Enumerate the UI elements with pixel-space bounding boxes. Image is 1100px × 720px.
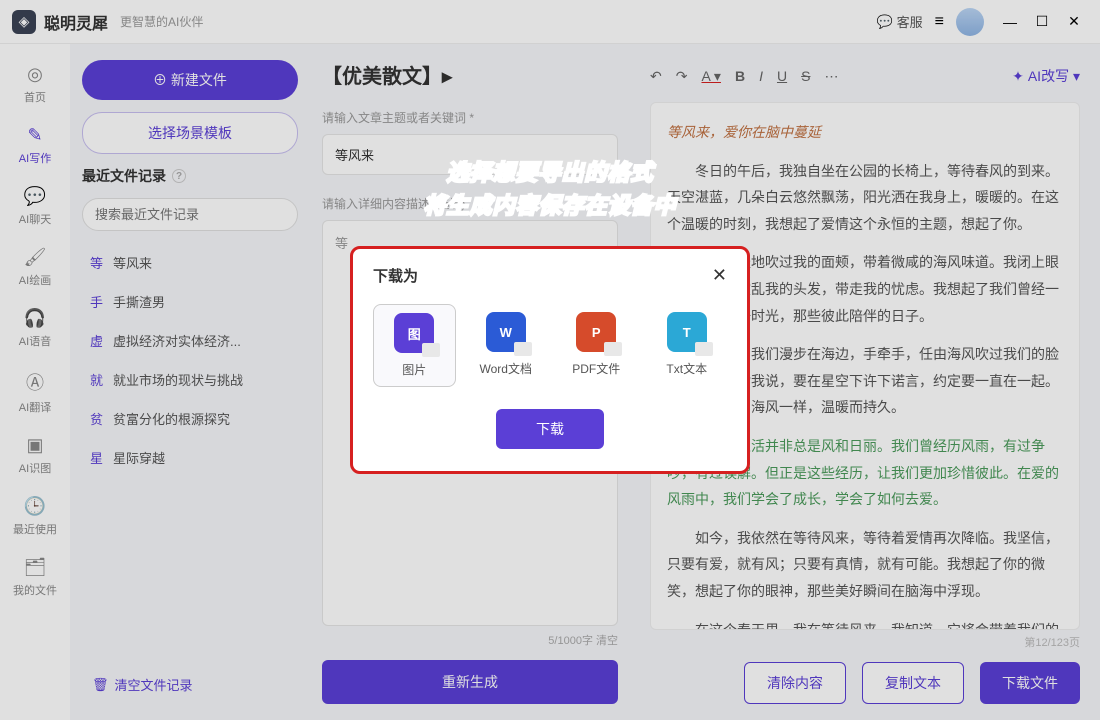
format-icon: W bbox=[486, 312, 526, 352]
format-icon: 图 bbox=[394, 313, 434, 353]
format-option-图片[interactable]: 图图片 bbox=[373, 304, 456, 387]
close-icon[interactable]: ✕ bbox=[712, 265, 727, 286]
format-option-PDF文件[interactable]: P PDF文件 bbox=[556, 304, 637, 387]
dialog-title: 下载为 bbox=[373, 265, 418, 286]
format-label: 图片 bbox=[402, 361, 426, 378]
format-icon: P bbox=[576, 312, 616, 352]
format-option-Txt文本[interactable]: T Txt文本 bbox=[647, 304, 728, 387]
format-option-Word文档[interactable]: W Word文档 bbox=[466, 304, 547, 387]
instruction-line-2: 将生成内容保存在设备中 bbox=[423, 189, 676, 222]
format-label: Word文档 bbox=[480, 360, 532, 377]
instruction-line-1: 选择想要导出的格式 bbox=[423, 156, 676, 189]
modal-overlay[interactable]: 选择想要导出的格式 将生成内容保存在设备中 下载为 ✕ 图图片 W Word文档 PP… bbox=[0, 0, 1100, 720]
format-label: Txt文本 bbox=[666, 360, 707, 377]
format-label: PDF文件 bbox=[572, 360, 620, 377]
download-confirm-button[interactable]: 下载 bbox=[496, 409, 604, 449]
instruction-overlay: 选择想要导出的格式 将生成内容保存在设备中 bbox=[423, 156, 676, 222]
format-icon: T bbox=[667, 312, 707, 352]
download-dialog: 下载为 ✕ 图图片 W Word文档 P PDF文件 T Txt文本 下载 bbox=[350, 246, 750, 474]
